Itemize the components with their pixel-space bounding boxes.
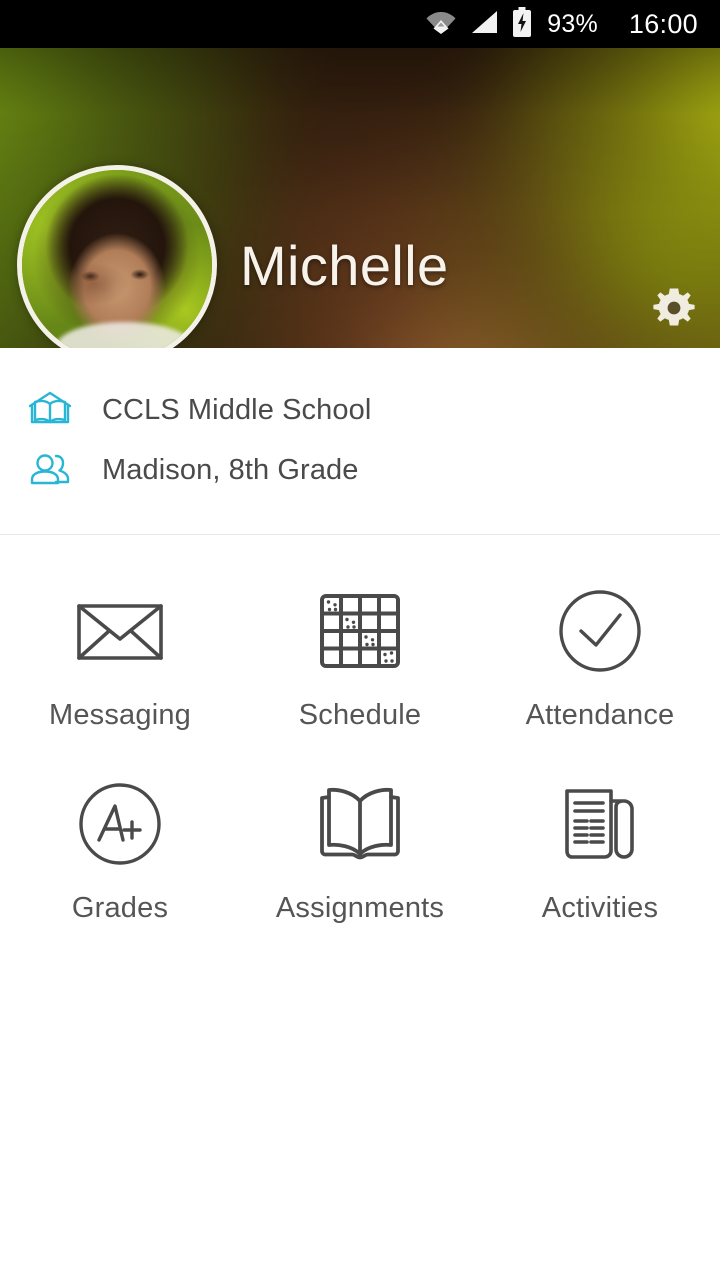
- info-row-school: CCLS Middle School: [0, 380, 720, 440]
- status-bar-icons: 93% 16:00: [426, 6, 698, 42]
- profile-header: Michelle: [0, 48, 720, 348]
- battery-percent-label: 93%: [547, 9, 598, 38]
- menu-grid: Messaging Schedule Attendance Grades Ass…: [0, 535, 720, 925]
- menu-label-activities: Activities: [541, 892, 659, 924]
- class-name: Madison, 8th Grade: [102, 453, 359, 486]
- menu-item-schedule[interactable]: Schedule: [240, 585, 480, 732]
- page-title: Michelle: [240, 234, 449, 297]
- status-bar: 93% 16:00: [0, 0, 720, 48]
- a-plus-circle-icon: [68, 778, 172, 870]
- menu-label-attendance: Attendance: [525, 699, 675, 731]
- menu-label-schedule: Schedule: [298, 699, 422, 731]
- school-name: CCLS Middle School: [102, 393, 372, 426]
- people-icon: [24, 448, 76, 492]
- gear-icon: [650, 284, 698, 337]
- check-circle-icon: [548, 585, 652, 677]
- menu-label-grades: Grades: [71, 892, 169, 924]
- battery-charging-icon: [512, 6, 532, 42]
- settings-button[interactable]: [644, 280, 704, 340]
- menu-item-grades[interactable]: Grades: [0, 778, 240, 925]
- menu-item-attendance[interactable]: Attendance: [480, 585, 720, 732]
- envelope-icon: [68, 585, 172, 677]
- grid-schedule-icon: [308, 585, 412, 677]
- menu-item-assignments[interactable]: Assignments: [240, 778, 480, 925]
- app-root: 93% 16:00 Michelle CCLS Middle School Ma…: [0, 0, 720, 1280]
- wifi-icon: [426, 9, 456, 40]
- menu-label-messaging: Messaging: [48, 699, 192, 731]
- status-bar-clock: 16:00: [628, 8, 698, 39]
- school-book-icon: [24, 388, 76, 432]
- student-info-section: CCLS Middle School Madison, 8th Grade: [0, 348, 720, 534]
- avatar[interactable]: [17, 165, 217, 348]
- menu-label-assignments: Assignments: [275, 892, 445, 924]
- menu-item-messaging[interactable]: Messaging: [0, 585, 240, 732]
- open-book-icon: [308, 778, 412, 870]
- cellular-signal-icon: [469, 9, 499, 40]
- menu-item-activities[interactable]: Activities: [480, 778, 720, 925]
- info-row-class: Madison, 8th Grade: [0, 440, 720, 500]
- newspaper-icon: [548, 778, 652, 870]
